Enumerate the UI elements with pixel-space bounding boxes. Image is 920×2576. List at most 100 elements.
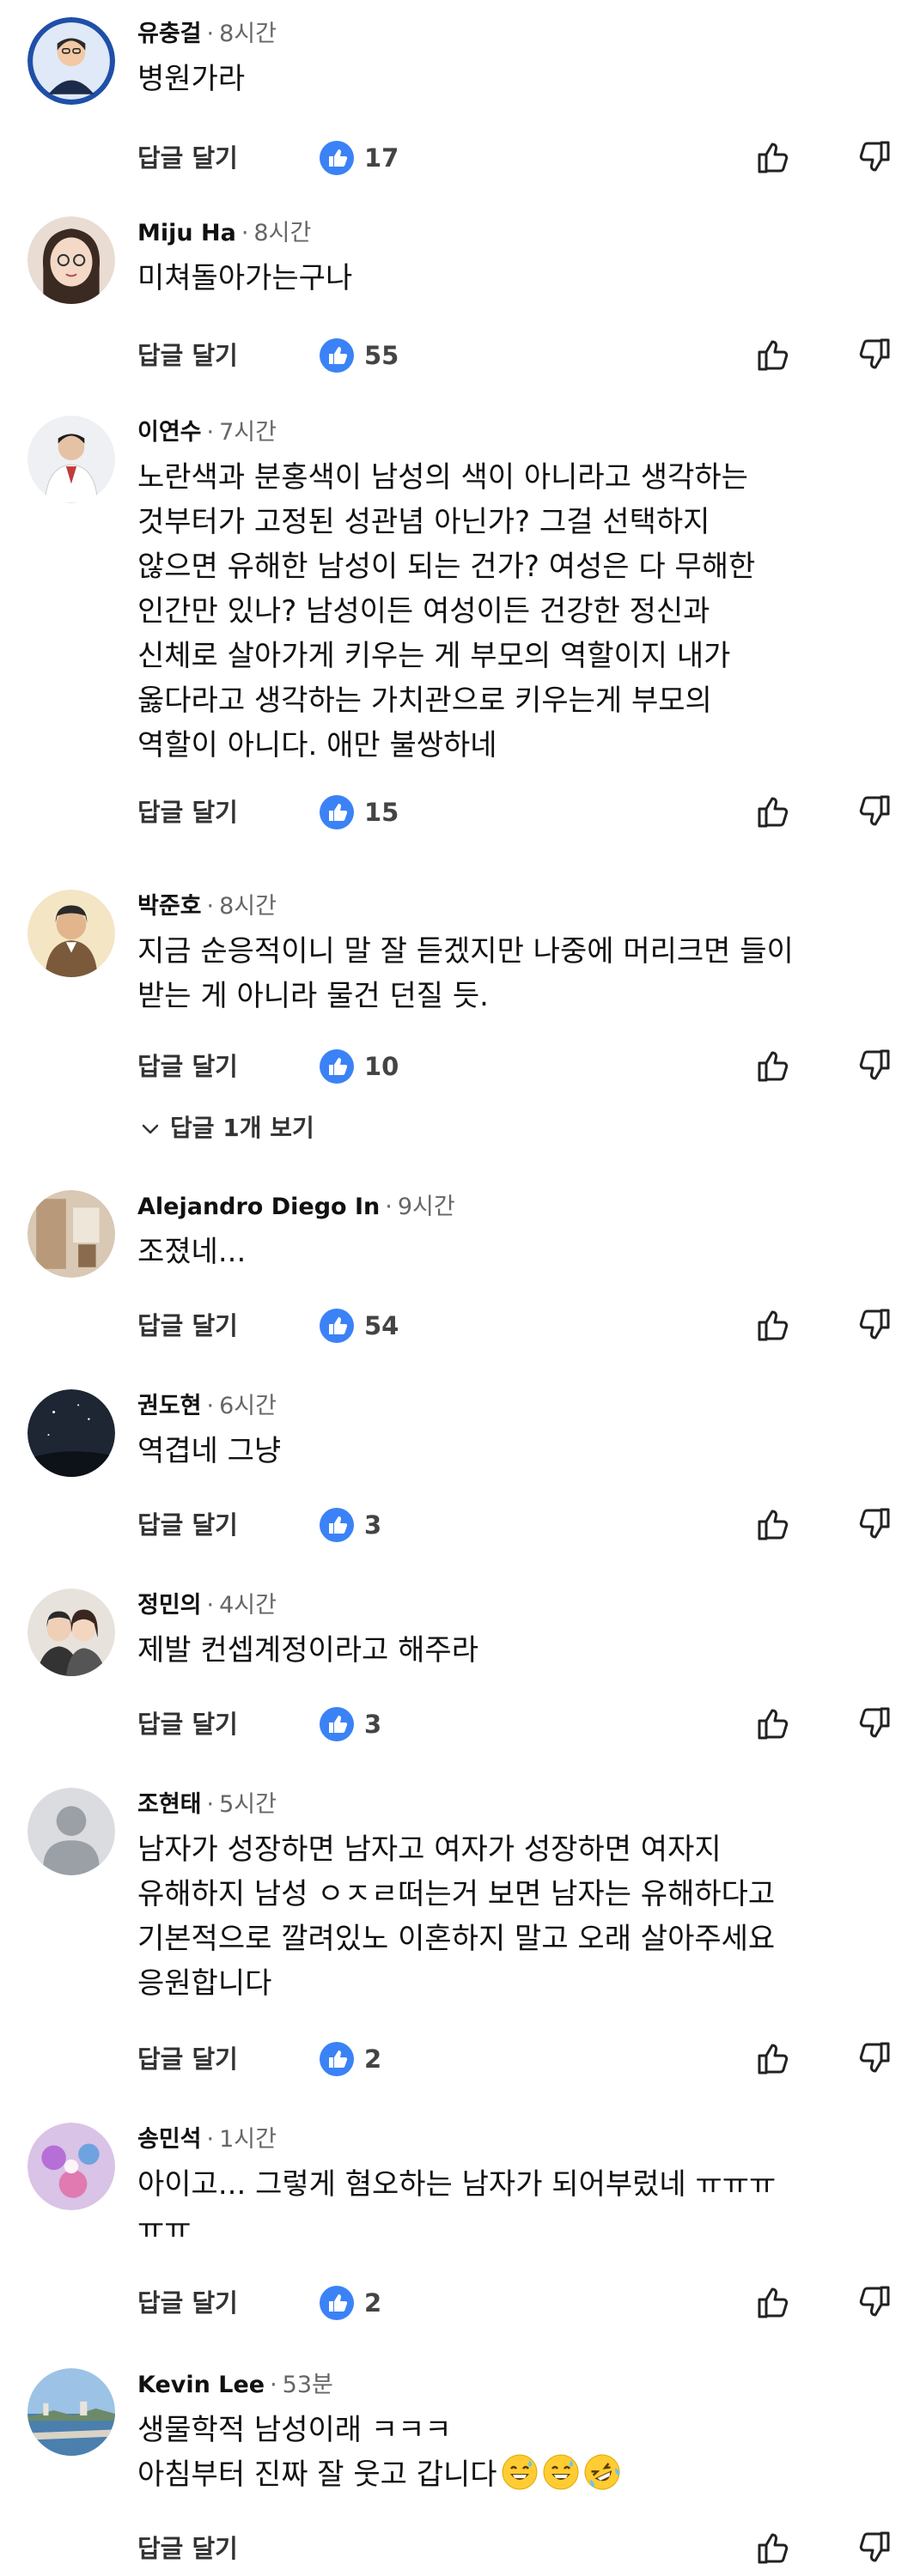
- thumb-up-icon[interactable]: [752, 1503, 795, 1546]
- comment-text: 남자가 성장하면 남자고 여자가 성장하면 여자지 유해하지 남성 ㅇㅈㄹ떠는거…: [137, 1832, 776, 2001]
- thumb-down-icon[interactable]: [852, 333, 895, 376]
- chevron-down-icon: [137, 1116, 163, 1142]
- comment-author[interactable]: 유충걸: [137, 21, 202, 47]
- avatar[interactable]: [27, 1788, 115, 1875]
- like-badge-icon: [320, 338, 354, 373]
- reply-button[interactable]: 답글 달기: [137, 143, 238, 173]
- thumb-up-icon[interactable]: [752, 1303, 795, 1346]
- grinning-sweat-emoji-icon: [542, 2453, 580, 2491]
- reply-button[interactable]: 답글 달기: [137, 1709, 238, 1740]
- like-badge-icon: [320, 141, 354, 175]
- comment-time: 8시간: [253, 220, 312, 246]
- thumb-down-icon[interactable]: [852, 1303, 895, 1346]
- comment-meta: Miju Ha · 8시간: [137, 216, 311, 251]
- comment-author[interactable]: 권도현: [137, 1393, 202, 1419]
- thumb-down-icon[interactable]: [852, 2037, 895, 2080]
- comment-item: 조현태 · 5시간 남자가 성장하면 남자고 여자가 성장하면 여자지 유해하지 남…: [0, 1788, 920, 2097]
- comment-author[interactable]: 이연수: [137, 419, 202, 446]
- thumb-down-icon[interactable]: [852, 2281, 895, 2324]
- comment-actions: 답글 달기: [0, 2524, 920, 2573]
- comment-actions: 답글 달기 2: [0, 2279, 920, 2327]
- reply-button[interactable]: 답글 달기: [137, 797, 238, 828]
- comment-author[interactable]: Miju Ha: [137, 220, 236, 246]
- comment-actions: 답글 달기 54: [0, 1302, 920, 1350]
- comment-text: 아이고... 그렇게 혐오하는 남자가 되어부렀네 ㅠㅠㅠ ㅠㅠ: [137, 2167, 777, 2246]
- separator: ·: [206, 1393, 215, 1419]
- avatar[interactable]: [27, 2368, 115, 2456]
- reply-button[interactable]: 답글 달기: [137, 340, 238, 371]
- view-replies-button[interactable]: 답글 1개 보기: [137, 1111, 314, 1145]
- comment-meta: 조현태 · 5시간: [137, 1788, 277, 1822]
- comment-author[interactable]: 조현태: [137, 1791, 202, 1818]
- thumb-up-icon[interactable]: [752, 1702, 795, 1745]
- comment-item: 권도현 · 6시간 역겹네 그냥 답글 달기 3: [0, 1389, 920, 1561]
- like-count: 54: [364, 1311, 399, 1340]
- comment-item: Kevin Lee · 53분 생물학적 남성이래 ㅋㅋㅋ 아침부터 진짜 잘 웃고…: [0, 2368, 920, 2574]
- thumb-up-icon[interactable]: [752, 2037, 795, 2080]
- comment-author[interactable]: 송민석: [137, 2126, 202, 2153]
- thumb-down-icon[interactable]: [852, 1044, 895, 1087]
- thumb-down-icon[interactable]: [852, 1702, 895, 1745]
- like-count: 3: [364, 1510, 382, 1540]
- thumb-down-icon[interactable]: [852, 136, 895, 179]
- comment-author[interactable]: 박준호: [137, 893, 202, 920]
- avatar[interactable]: [27, 1389, 115, 1477]
- like-badge-icon: [320, 1707, 354, 1741]
- comment-text: 역겹네 그냥: [137, 1434, 282, 1468]
- comment-actions: 답글 달기 15: [0, 788, 920, 836]
- avatar[interactable]: [27, 1589, 115, 1676]
- avatar[interactable]: [27, 416, 115, 503]
- separator: ·: [270, 2372, 277, 2398]
- thumb-down-icon[interactable]: [852, 1503, 895, 1546]
- thumb-up-icon[interactable]: [752, 136, 795, 179]
- comment-author[interactable]: Alejandro Diego In: [137, 1194, 380, 1220]
- like-badge-icon: [320, 2286, 354, 2320]
- comment-item: 정민의 · 4시간 제발 컨셉계정이라고 해주라 답글 달기 3: [0, 1589, 920, 1760]
- reply-button[interactable]: 답글 달기: [137, 2287, 238, 2318]
- avatar[interactable]: [27, 17, 115, 105]
- comment-text: 지금 순응적이니 말 잘 듣겠지만 나중에 머리크면 들이 받는 게 아니라 물…: [137, 934, 794, 1013]
- avatar[interactable]: [27, 890, 115, 977]
- avatar[interactable]: [27, 2123, 115, 2210]
- comment-actions: 답글 달기 3: [0, 1700, 920, 1748]
- comment-item: 송민석 · 1시간 아이고... 그렇게 혐오하는 남자가 되어부렀네 ㅠㅠㅠ ㅠㅠ…: [0, 2123, 920, 2337]
- comment-time: 7시간: [219, 419, 277, 446]
- thumb-up-icon[interactable]: [752, 1044, 795, 1087]
- comment-text: 병원가라: [137, 62, 246, 96]
- comment-actions: 답글 달기 2: [0, 2035, 920, 2083]
- like-badge-icon: [320, 1309, 354, 1343]
- comment-item: 이연수 · 7시간 노란색과 분홍색이 남성의 색이 아니라고 생각하는 것부터가 …: [0, 416, 920, 845]
- like-badge-icon: [320, 1508, 354, 1542]
- thumb-down-icon[interactable]: [852, 2526, 895, 2569]
- reply-button[interactable]: 답글 달기: [137, 2533, 238, 2564]
- separator: ·: [206, 21, 215, 47]
- comment-text-body: 생물학적 남성이래 ㅋㅋㅋ 아침부터 진짜 잘 웃고 갑니다: [137, 2413, 497, 2492]
- comment-text: 미쳐돌아가는구나: [137, 261, 353, 295]
- thumb-up-icon[interactable]: [752, 2526, 795, 2569]
- avatar[interactable]: [27, 1190, 115, 1278]
- thumb-down-icon[interactable]: [852, 790, 895, 833]
- comment-time: 1시간: [219, 2126, 277, 2153]
- thumb-up-icon[interactable]: [752, 2281, 795, 2324]
- like-count: 2: [364, 2288, 382, 2318]
- separator: ·: [206, 1791, 215, 1818]
- thumb-up-icon[interactable]: [752, 790, 795, 833]
- comment-item: Alejandro Diego In · 9시간 조졌네... 답글 달기 54: [0, 1190, 920, 1362]
- separator: ·: [385, 1194, 393, 1220]
- reply-button[interactable]: 답글 달기: [137, 1510, 238, 1540]
- reply-button[interactable]: 답글 달기: [137, 1051, 238, 1082]
- comment-meta: 권도현 · 6시간: [137, 1389, 277, 1424]
- comment-author[interactable]: Kevin Lee: [137, 2372, 265, 2398]
- thumb-up-icon[interactable]: [752, 333, 795, 376]
- comment-time: 5시간: [219, 1791, 277, 1818]
- comment-meta: Alejandro Diego In · 9시간: [137, 1190, 455, 1224]
- comment-meta: 이연수 · 7시간: [137, 416, 277, 450]
- reply-button[interactable]: 답글 달기: [137, 2044, 238, 2075]
- like-badge-icon: [320, 1049, 354, 1084]
- comment-author[interactable]: 정민의: [137, 1592, 202, 1619]
- separator: ·: [206, 2126, 215, 2153]
- avatar[interactable]: [27, 216, 115, 304]
- separator: ·: [206, 1592, 215, 1619]
- reply-button[interactable]: 답글 달기: [137, 1310, 238, 1341]
- like-badge-icon: [320, 795, 354, 829]
